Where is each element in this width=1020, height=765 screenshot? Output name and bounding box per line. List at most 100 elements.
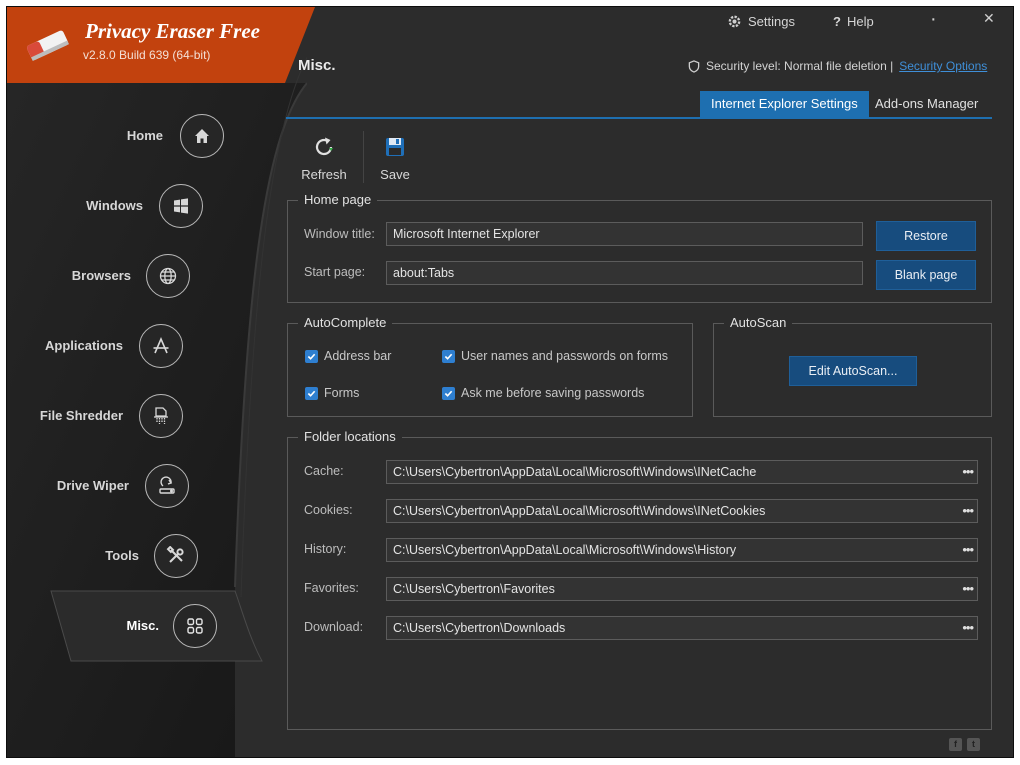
cookies-browse-button[interactable]: ••• [962, 500, 974, 522]
window-title-input[interactable]: Microsoft Internet Explorer [386, 222, 863, 246]
app-window: Privacy Eraser Free v2.8.0 Build 639 (64… [6, 6, 1014, 758]
window-title-label: Window title: [304, 227, 375, 241]
refresh-icon [315, 137, 333, 156]
eraser-icon [26, 30, 70, 62]
nav-applications-label: Applications [44, 338, 123, 353]
user-names-checkbox[interactable]: User names and passwords on forms [442, 349, 668, 363]
nav-home-label: Home [126, 128, 163, 143]
toolbar-separator [363, 131, 364, 183]
brand-header: Privacy Eraser Free v2.8.0 Build 639 (64… [7, 7, 315, 83]
favorites-label: Favorites: [304, 581, 359, 595]
history-path-input[interactable]: C:\Users\Cybertron\AppData\Local\Microso… [386, 538, 978, 562]
nav-misc[interactable]: Misc. [7, 602, 237, 652]
checkmark-icon [305, 349, 318, 363]
download-path: C:\Users\Cybertron\Downloads [393, 621, 566, 635]
checkmark-icon [442, 349, 455, 363]
nav-windows-label: Windows [86, 198, 143, 213]
app-version: v2.8.0 Build 639 (64-bit) [83, 48, 211, 62]
nav-drive-wiper[interactable]: Drive Wiper [7, 462, 237, 512]
applications-icon [139, 324, 183, 368]
tab-strip: Internet Explorer Settings Add-ons Manag… [286, 91, 992, 119]
ask-me-label: Ask me before saving passwords [461, 386, 645, 400]
forms-checkbox[interactable]: Forms [305, 386, 359, 400]
nav-windows[interactable]: Windows [7, 182, 237, 232]
user-names-label: User names and passwords on forms [461, 349, 669, 363]
restore-button[interactable]: Restore [876, 221, 976, 251]
minimize-button[interactable]: · [930, 8, 937, 31]
tools-icon [154, 534, 198, 578]
ask-me-checkbox[interactable]: Ask me before saving passwords [442, 386, 644, 400]
start-page-label: Start page: [304, 265, 366, 279]
autocomplete-group: AutoComplete Address bar Forms User name… [287, 315, 693, 417]
globe-icon [146, 254, 190, 298]
nav-misc-label: Misc. [126, 618, 159, 633]
drive-wiper-icon [145, 464, 189, 508]
nav-drive-wiper-label: Drive Wiper [56, 478, 129, 493]
cache-browse-button[interactable]: ••• [962, 461, 974, 483]
favorites-path: C:\Users\Cybertron\Favorites [393, 582, 555, 596]
autoscan-group: AutoScan Edit AutoScan... [713, 315, 992, 417]
security-options-link[interactable]: Security Options [899, 59, 987, 73]
address-bar-checkbox[interactable]: Address bar [305, 349, 391, 363]
home-page-group: Home page Window title: Microsoft Intern… [287, 192, 992, 303]
history-browse-button[interactable]: ••• [962, 539, 974, 561]
nav-file-shredder[interactable]: File Shredder [7, 392, 237, 442]
app-title: Privacy Eraser Free [85, 19, 260, 43]
security-status: Security level: Normal file deletion | S… [688, 59, 987, 73]
folder-locations-title: Folder locations [298, 429, 402, 444]
cache-path-input[interactable]: C:\Users\Cybertron\AppData\Local\Microso… [386, 460, 978, 484]
floppy-disk-icon [386, 138, 404, 156]
help-label: Help [846, 14, 874, 29]
nav-file-shredder-label: File Shredder [39, 408, 123, 423]
save-label: Save [380, 167, 410, 182]
cache-path: C:\Users\Cybertron\AppData\Local\Microso… [393, 465, 757, 479]
favorites-path-input[interactable]: C:\Users\Cybertron\Favorites ••• [386, 577, 978, 601]
start-page-input[interactable]: about:Tabs [386, 261, 863, 285]
nav-tools-label: Tools [105, 548, 139, 563]
shredder-icon [139, 394, 183, 438]
folder-locations-group: Folder locations Cache: C:\Users\Cybertr… [287, 429, 992, 730]
autocomplete-title: AutoComplete [298, 315, 393, 330]
checkmark-icon [442, 386, 455, 400]
home-icon [180, 114, 224, 158]
favorites-browse-button[interactable]: ••• [962, 578, 974, 600]
windows-icon [159, 184, 203, 228]
nav-browsers-label: Browsers [71, 268, 131, 283]
edit-autoscan-button[interactable]: Edit AutoScan... [789, 356, 917, 386]
close-button[interactable]: ✕ [983, 10, 995, 27]
help-button[interactable]: ? Help [833, 14, 874, 29]
question-icon: ? [833, 14, 841, 29]
blank-page-button[interactable]: Blank page [876, 260, 976, 290]
nav-browsers[interactable]: Browsers [7, 252, 237, 302]
facebook-icon[interactable]: f [949, 738, 962, 751]
checkmark-icon [305, 386, 318, 400]
settings-button[interactable]: Settings [727, 14, 795, 29]
tab-internet-explorer-settings[interactable]: Internet Explorer Settings [700, 91, 869, 117]
cookies-label: Cookies: [304, 503, 353, 517]
security-label: Security level: Normal file deletion | [706, 59, 894, 73]
autoscan-title: AutoScan [724, 315, 793, 330]
cookies-path: C:\Users\Cybertron\AppData\Local\Microso… [393, 504, 766, 518]
refresh-label: Refresh [301, 167, 347, 182]
settings-label: Settings [748, 14, 795, 29]
history-label: History: [304, 542, 347, 556]
nav-home[interactable]: Home [7, 112, 237, 162]
history-path: C:\Users\Cybertron\AppData\Local\Microso… [393, 543, 737, 557]
download-browse-button[interactable]: ••• [962, 617, 974, 639]
refresh-button[interactable]: Refresh [296, 133, 352, 182]
tab-addons-manager[interactable]: Add-ons Manager [864, 91, 989, 117]
twitter-icon[interactable]: t [967, 738, 980, 751]
download-path-input[interactable]: C:\Users\Cybertron\Downloads ••• [386, 616, 978, 640]
cache-label: Cache: [304, 464, 344, 478]
save-button[interactable]: Save [367, 133, 423, 182]
page-title: Misc. [298, 57, 336, 74]
gear-icon [728, 15, 741, 28]
cookies-path-input[interactable]: C:\Users\Cybertron\AppData\Local\Microso… [386, 499, 978, 523]
nav-applications[interactable]: Applications [7, 322, 237, 372]
download-label: Download: [304, 620, 364, 634]
home-page-title: Home page [298, 192, 378, 207]
forms-label: Forms [324, 386, 360, 400]
address-bar-label: Address bar [324, 349, 392, 363]
nav-tools[interactable]: Tools [7, 532, 237, 582]
grid-icon [173, 604, 217, 648]
